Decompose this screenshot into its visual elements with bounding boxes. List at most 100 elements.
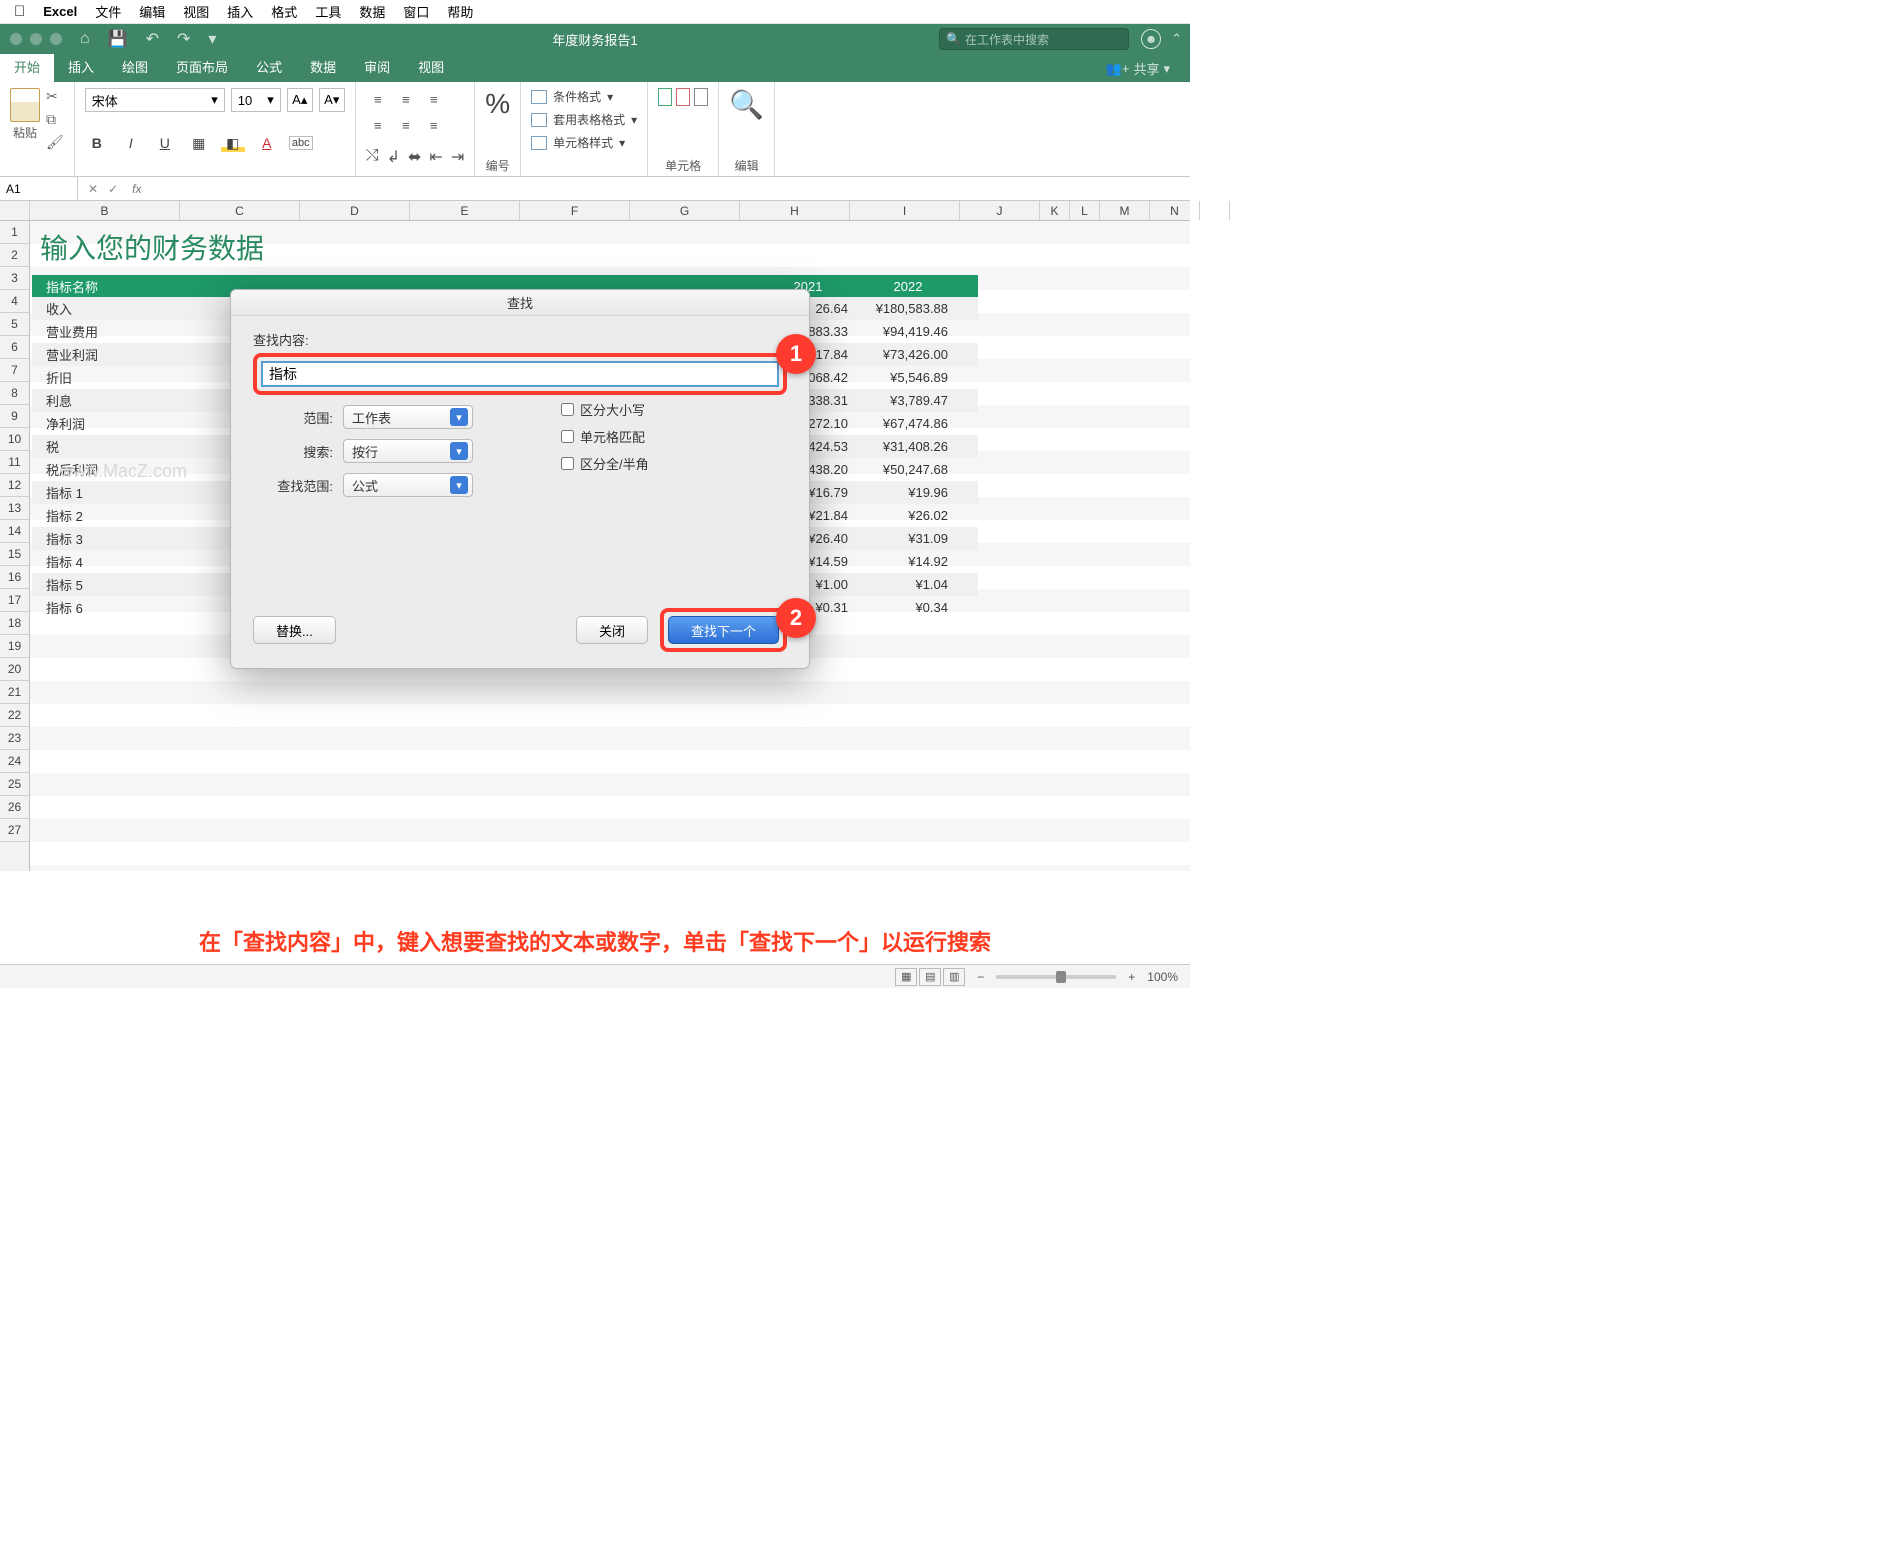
tab-data[interactable]: 数据: [296, 51, 350, 82]
match-cell-checkbox[interactable]: 单元格匹配: [561, 427, 649, 446]
watermark: www.MacZ.com: [60, 461, 187, 482]
scope-select[interactable]: 工作表▾: [343, 405, 473, 429]
menu-window[interactable]: 窗口: [403, 2, 429, 21]
find-next-button[interactable]: 查找下一个: [668, 616, 779, 644]
search-placeholder: 在工作表中搜索: [965, 31, 1049, 48]
menu-view[interactable]: 视图: [183, 2, 209, 21]
zoom-in-icon[interactable]: +: [1128, 970, 1135, 984]
share-icon: 👥+: [1106, 61, 1130, 77]
mac-menubar:  Excel 文件 编辑 视图 插入 格式 工具 数据 窗口 帮助: [0, 0, 1190, 24]
font-color-button[interactable]: A: [255, 135, 279, 151]
menu-insert[interactable]: 插入: [227, 2, 253, 21]
align-left-icon[interactable]: ≡: [366, 114, 390, 136]
increase-font-icon[interactable]: A▴: [287, 88, 313, 112]
tab-layout[interactable]: 页面布局: [162, 51, 242, 82]
qat-more-icon[interactable]: ▾: [208, 29, 216, 49]
percent-icon[interactable]: %: [485, 88, 510, 120]
menu-file[interactable]: 文件: [95, 2, 121, 21]
fill-color-button[interactable]: ◧: [221, 135, 245, 152]
row-headers[interactable]: 1234567891011121314151617181920212223242…: [0, 221, 30, 871]
column-headers[interactable]: BCDEFGHIJKLMN: [0, 201, 1190, 221]
normal-view-icon[interactable]: ▦: [895, 968, 917, 986]
find-icon[interactable]: 🔍: [729, 88, 764, 121]
instruction-text: 在「查找内容」中，键入想要查找的文本或数字，单击「查找下一个」以运行搜索: [0, 925, 1190, 957]
share-button[interactable]: 👥+共享 ▾: [1098, 55, 1178, 82]
page-break-view-icon[interactable]: ▥: [943, 968, 965, 986]
table-format-button[interactable]: 套用表格格式 ▾: [531, 111, 637, 128]
undo-icon[interactable]: ↶: [146, 29, 159, 49]
cancel-edit-icon[interactable]: ✕: [88, 182, 98, 196]
col-metric-name: 指标名称: [32, 277, 232, 296]
cond-format-icon: [531, 90, 547, 104]
align-right-icon[interactable]: ≡: [422, 114, 446, 136]
save-icon[interactable]: 💾: [108, 29, 128, 49]
zoom-out-icon[interactable]: −: [977, 970, 984, 984]
tab-formulas[interactable]: 公式: [242, 51, 296, 82]
ribbon-tabs: 开始 插入 绘图 页面布局 公式 数据 审阅 视图 👥+共享 ▾: [0, 54, 1190, 82]
menu-edit[interactable]: 编辑: [139, 2, 165, 21]
status-bar: ▦ ▤ ▥ − + 100%: [0, 964, 1190, 988]
underline-button[interactable]: U: [153, 135, 177, 151]
cut-icon[interactable]: ✂: [46, 88, 64, 105]
menu-format[interactable]: 格式: [271, 2, 297, 21]
copy-icon[interactable]: ⧉: [46, 111, 64, 128]
indent-inc-icon[interactable]: ⇥: [451, 147, 464, 167]
menu-data[interactable]: 数据: [359, 2, 385, 21]
align-bottom-icon[interactable]: ≡: [422, 88, 446, 110]
home-icon[interactable]: ⌂: [80, 30, 90, 48]
clipboard-icon: [10, 88, 40, 122]
decrease-font-icon[interactable]: A▾: [319, 88, 345, 112]
confirm-edit-icon[interactable]: ✓: [108, 182, 118, 196]
ribbon: 粘贴 ✂ ⧉ 🖌 宋体▾ 10▾ A▴ A▾ B I U ▦ ◧ A abc ≡…: [0, 82, 1190, 177]
search-order-select[interactable]: 按行▾: [343, 439, 473, 463]
zoom-slider[interactable]: [996, 975, 1116, 979]
find-input[interactable]: [261, 361, 779, 387]
wrap-text-icon[interactable]: ↲: [387, 147, 400, 167]
tab-insert[interactable]: 插入: [54, 51, 108, 82]
align-middle-icon[interactable]: ≡: [394, 88, 418, 110]
cell-style-icon: [531, 136, 547, 150]
conditional-format-button[interactable]: 条件格式 ▾: [531, 88, 637, 105]
phonetic-button[interactable]: abc: [289, 136, 313, 150]
match-case-checkbox[interactable]: 区分大小写: [561, 400, 649, 419]
indent-dec-icon[interactable]: ⇤: [429, 147, 442, 167]
tab-home[interactable]: 开始: [0, 51, 54, 82]
font-size-select[interactable]: 10▾: [231, 88, 281, 112]
menu-tools[interactable]: 工具: [315, 2, 341, 21]
find-dialog: 查找 查找内容: 范围: 工作表▾ 搜索: 按行▾ 查找范围: 公式▾ 区分大小…: [230, 289, 810, 669]
name-box[interactable]: A1: [0, 177, 78, 200]
font-name-select[interactable]: 宋体▾: [85, 88, 225, 112]
paste-button[interactable]: 粘贴: [10, 88, 40, 141]
window-controls[interactable]: [10, 33, 62, 45]
tab-draw[interactable]: 绘图: [108, 51, 162, 82]
orientation-icon[interactable]: ⤭: [366, 147, 379, 167]
alignment-group: ≡ ≡ ≡ ≡ ≡ ≡: [366, 88, 464, 136]
cell-style-button[interactable]: 单元格样式 ▾: [531, 134, 637, 151]
merge-icon[interactable]: ⬌: [408, 147, 421, 167]
replace-button[interactable]: 替换...: [253, 616, 336, 644]
app-name[interactable]: Excel: [43, 4, 77, 19]
border-button[interactable]: ▦: [187, 135, 211, 152]
redo-icon[interactable]: ↷: [177, 29, 190, 49]
sheet-search[interactable]: 🔍 在工作表中搜索: [939, 28, 1129, 50]
align-top-icon[interactable]: ≡: [366, 88, 390, 110]
align-center-icon[interactable]: ≡: [394, 114, 418, 136]
titlebar-expand-icon[interactable]: ⌃: [1171, 31, 1182, 47]
table-format-icon: [531, 113, 547, 127]
bold-button[interactable]: B: [85, 135, 109, 151]
zoom-level[interactable]: 100%: [1147, 970, 1178, 984]
italic-button[interactable]: I: [119, 135, 143, 151]
menu-help[interactable]: 帮助: [447, 2, 473, 21]
fx-icon[interactable]: fx: [132, 182, 141, 196]
tab-view[interactable]: 视图: [404, 51, 458, 82]
lookin-select[interactable]: 公式▾: [343, 473, 473, 497]
dialog-title: 查找: [231, 290, 809, 316]
tab-review[interactable]: 审阅: [350, 51, 404, 82]
user-icon[interactable]: ☻: [1141, 29, 1161, 49]
match-width-checkbox[interactable]: 区分全/半角: [561, 454, 649, 473]
close-button[interactable]: 关闭: [576, 616, 648, 644]
apple-icon[interactable]: : [14, 3, 25, 20]
page-layout-view-icon[interactable]: ▤: [919, 968, 941, 986]
annotation-badge-1: 1: [776, 334, 816, 374]
format-painter-icon[interactable]: 🖌: [46, 134, 64, 151]
